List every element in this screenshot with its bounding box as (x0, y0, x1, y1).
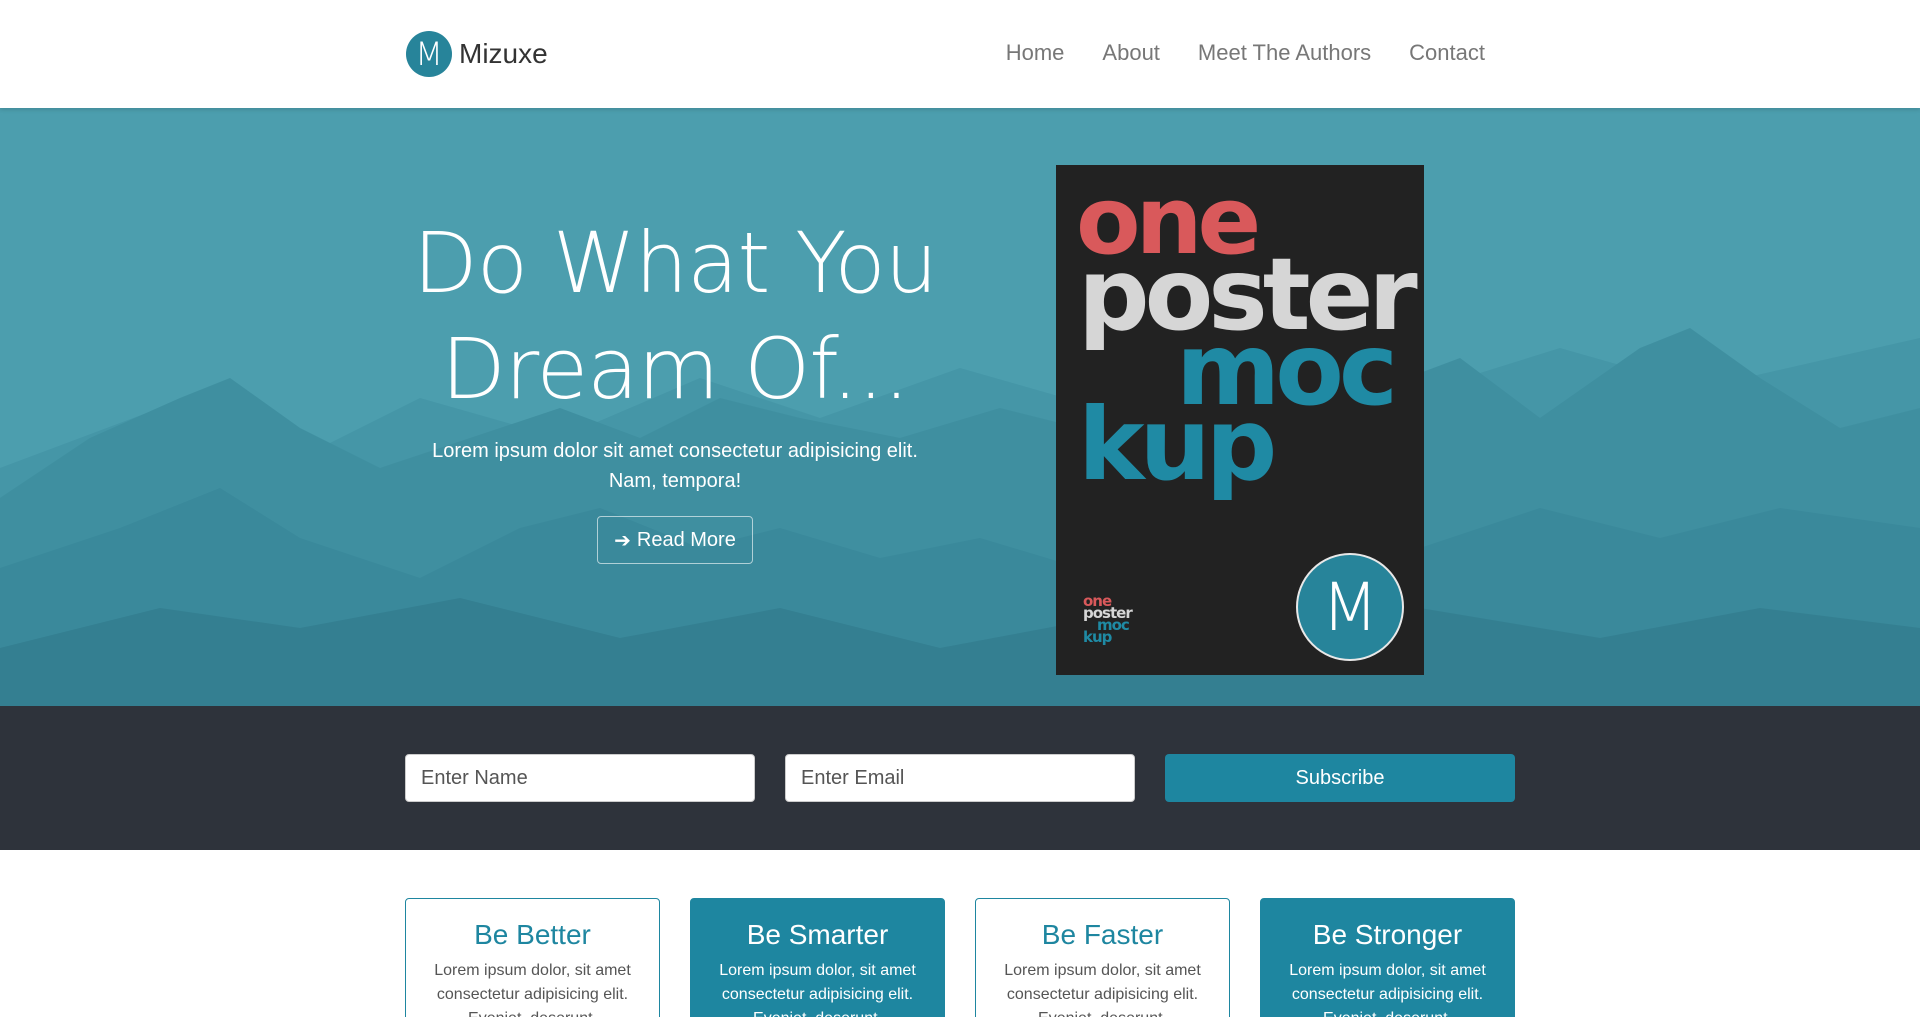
feature-text: Lorem ipsum dolor, sit amet consectetur … (719, 962, 916, 1017)
nav-about[interactable]: About (1102, 40, 1160, 66)
nav-home[interactable]: Home (1006, 40, 1065, 66)
feature-title: Be Smarter (746, 919, 889, 950)
brand-link[interactable]: M Mizuxe (406, 31, 548, 77)
feature-card-be-better: Be Better Lorem ipsum dolor, sit amet co… (405, 898, 660, 1017)
poster-mockup-image: one poster moc kup one poster moc kup M (1056, 165, 1424, 675)
read-more-button[interactable]: ➔ Read More (597, 516, 753, 564)
subscribe-section: Subscribe (0, 706, 1920, 850)
read-more-label: Read More (636, 528, 736, 551)
poster-small-logo: one poster moc kup (1083, 594, 1133, 645)
brand-name: Mizuxe (459, 38, 548, 69)
hero-subtitle: Lorem ipsum dolor sit amet consectetur a… (432, 440, 918, 492)
brand-logo-icon: M (406, 31, 452, 77)
hero-section: Do What You Dream Of... Lorem ipsum dolo… (0, 108, 1920, 706)
feature-title: Be Stronger (1312, 919, 1463, 950)
nav-meet-the-authors[interactable]: Meet The Authors (1198, 40, 1371, 66)
feature-card-be-stronger: Be Stronger Lorem ipsum dolor, sit amet … (1260, 898, 1515, 1017)
hero-content: Do What You Dream Of... Lorem ipsum dolo… (400, 210, 950, 564)
feature-text: Lorem ipsum dolor, sit amet consectetur … (434, 962, 631, 1017)
nav-contact[interactable]: Contact (1409, 40, 1485, 66)
subscribe-button[interactable]: Subscribe (1165, 754, 1515, 802)
features-section: Be Better Lorem ipsum dolor, sit amet co… (0, 850, 1920, 1017)
main-nav: Home About Meet The Authors Contact (1006, 40, 1485, 66)
feature-text: Lorem ipsum dolor, sit amet consectetur … (1289, 962, 1486, 1017)
feature-card-be-faster: Be Faster Lorem ipsum dolor, sit amet co… (975, 898, 1230, 1017)
hero-title-line2: Dream Of... (441, 320, 910, 418)
feature-title: Be Better (474, 919, 591, 950)
feature-text: Lorem ipsum dolor, sit amet consectetur … (1004, 962, 1201, 1017)
hero-title-line1: Do What You (413, 214, 938, 312)
mountain-background-image (0, 328, 1920, 706)
poster-m-logo-icon: M (1296, 553, 1404, 661)
feature-card-be-smarter: Be Smarter Lorem ipsum dolor, sit amet c… (690, 898, 945, 1017)
arrow-right-icon: ➔ (614, 529, 631, 552)
hero-title: Do What You Dream Of... (400, 210, 950, 422)
feature-title: Be Faster (1041, 919, 1164, 950)
navbar: M Mizuxe Home About Meet The Authors Con… (0, 0, 1920, 108)
poster-word-kup: kup (1078, 386, 1277, 503)
email-input[interactable] (785, 754, 1135, 802)
name-input[interactable] (405, 754, 755, 802)
